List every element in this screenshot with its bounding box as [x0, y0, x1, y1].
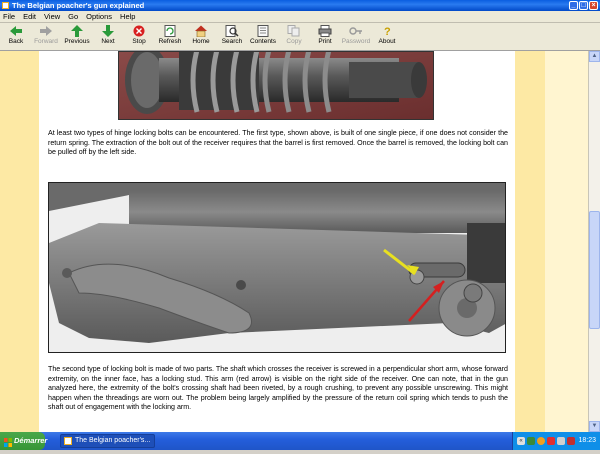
menu-help[interactable]: Help	[120, 11, 135, 22]
password-icon	[349, 25, 363, 37]
password-button[interactable]: Password	[340, 25, 372, 45]
close-button[interactable]: ×	[589, 1, 598, 10]
app-icon	[2, 2, 9, 9]
menu-bar: File Edit View Go Options Help	[0, 11, 600, 23]
home-button[interactable]: Home	[185, 25, 217, 45]
menu-options[interactable]: Options	[86, 11, 112, 22]
stop-icon	[132, 25, 146, 37]
scroll-down-button[interactable]: ▼	[589, 421, 600, 432]
forward-arrow-icon	[39, 25, 53, 37]
refresh-button[interactable]: Refresh	[154, 25, 186, 45]
back-button[interactable]: Back	[0, 25, 32, 45]
about-button[interactable]: ? About	[371, 25, 403, 45]
tray-expand-icon[interactable]: «	[517, 437, 525, 445]
tray-antivirus-icon[interactable]	[567, 437, 575, 445]
taskbar: Démarrer The Belgian poacher's... « 18:2…	[0, 432, 600, 450]
previous-label: Previous	[64, 38, 90, 45]
search-icon	[225, 25, 239, 37]
print-icon	[318, 25, 332, 37]
contents-button[interactable]: Contents	[247, 25, 279, 45]
home-icon	[194, 25, 208, 38]
print-button[interactable]: Print	[309, 25, 341, 45]
about-label: About	[378, 38, 396, 45]
copy-button[interactable]: Copy	[278, 25, 310, 45]
menu-go[interactable]: Go	[68, 11, 78, 22]
tray-update-icon[interactable]	[537, 437, 545, 445]
down-arrow-icon	[101, 25, 115, 37]
left-margin	[0, 51, 39, 432]
maximize-button[interactable]: □	[579, 1, 588, 10]
password-label: Password	[341, 38, 371, 45]
next-button[interactable]: Next	[92, 25, 124, 45]
up-arrow-icon	[70, 25, 84, 37]
search-label: Search	[221, 38, 243, 45]
refresh-label: Refresh	[158, 38, 182, 45]
search-button[interactable]: Search	[216, 25, 248, 45]
tray-security-icon[interactable]	[547, 437, 555, 445]
paragraph-2: The second type of locking bolt is made …	[48, 365, 508, 412]
taskbar-window-item[interactable]: The Belgian poacher's...	[60, 434, 155, 448]
locking-bolt-photo	[118, 51, 434, 120]
about-icon: ?	[380, 25, 394, 38]
print-label: Print	[318, 38, 332, 45]
menu-file[interactable]: File	[3, 11, 15, 22]
next-label: Next	[101, 38, 115, 45]
back-arrow-icon	[9, 25, 23, 37]
vertical-scrollbar[interactable]: ▲ ▼	[588, 51, 600, 432]
copy-icon	[287, 25, 301, 37]
forward-button[interactable]: Forward	[30, 25, 62, 45]
right-margin-light	[545, 51, 588, 432]
stop-button[interactable]: Stop	[123, 25, 155, 45]
toolbar: Back Forward Previous Next Stop Refresh …	[0, 23, 600, 51]
windows-flag-icon	[4, 436, 12, 447]
stop-label: Stop	[132, 38, 146, 45]
menu-view[interactable]: View	[44, 11, 60, 22]
receiver-photo	[48, 182, 506, 353]
contents-label: Contents	[249, 38, 277, 45]
back-label: Back	[8, 38, 24, 45]
minimize-button[interactable]: _	[569, 1, 578, 10]
system-tray: « 18:23	[512, 432, 600, 450]
title-bar: The Belgian poacher's gun explained _ □ …	[0, 0, 600, 11]
forward-label: Forward	[34, 38, 58, 45]
right-margin	[515, 51, 545, 432]
svg-text:?: ?	[384, 26, 391, 37]
paragraph-1: At least two types of hinge locking bolt…	[48, 129, 508, 157]
home-label: Home	[192, 38, 210, 45]
window-app-icon	[64, 437, 72, 445]
scroll-thumb[interactable]	[589, 211, 600, 329]
previous-button[interactable]: Previous	[61, 25, 93, 45]
refresh-icon	[163, 25, 177, 37]
contents-icon	[256, 25, 270, 37]
window-title: The Belgian poacher's gun explained	[12, 1, 145, 10]
taskbar-window-label: The Belgian poacher's...	[75, 437, 151, 444]
document-view: At least two types of hinge locking bolt…	[0, 51, 588, 432]
scroll-up-button[interactable]: ▲	[589, 51, 600, 62]
clock: 18:23	[578, 437, 596, 444]
start-button[interactable]: Démarrer	[0, 432, 48, 450]
tray-network-icon[interactable]	[527, 437, 535, 445]
menu-edit[interactable]: Edit	[23, 11, 36, 22]
start-label: Démarrer	[14, 436, 48, 445]
copy-label: Copy	[286, 38, 302, 45]
tray-volume-icon[interactable]	[557, 437, 565, 445]
